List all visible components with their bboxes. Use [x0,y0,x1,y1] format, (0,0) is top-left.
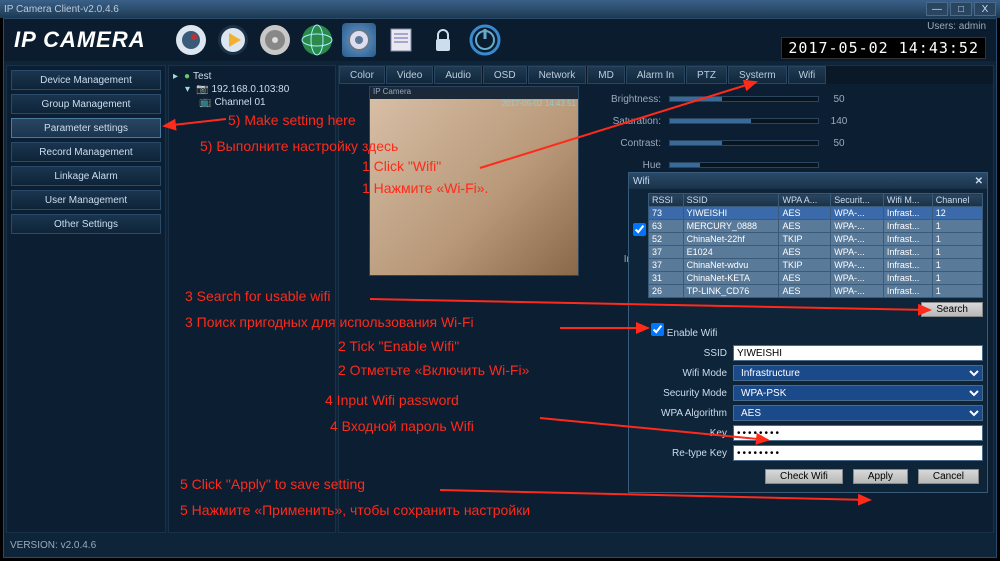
preview-title: IP Camera [370,87,578,99]
key-input[interactable] [733,425,983,441]
wifi-row[interactable]: 73YIWEISHIAESWPA-...Infrast...12 [649,207,983,220]
wifi-row[interactable]: 63MERCURY_0888AESWPA-...Infrast...1 [649,220,983,233]
wifi-list-checkbox[interactable] [633,223,646,236]
wifi-col-header[interactable]: Securit... [831,194,884,207]
sidebar-item-record-management[interactable]: Record Management [11,142,161,162]
datetime-display: 2017-05-02 14:43:52 [781,37,986,59]
tree-ip[interactable]: ▾📷192.168.0.103:80 [173,83,331,96]
wifi-col-header[interactable]: WPA A... [779,194,831,207]
wpa-algorithm-select[interactable]: AES [733,405,983,421]
saturation-slider[interactable] [669,118,819,124]
lock-icon[interactable] [426,23,460,57]
wifi-dialog-title: Wifi [633,176,975,187]
sidebar-item-device-management[interactable]: Device Management [11,70,161,90]
power-icon[interactable] [468,23,502,57]
wifi-col-header[interactable]: RSSI [649,194,684,207]
contrast-value: 50 [819,138,859,149]
tab-video[interactable]: Video [386,66,433,84]
contrast-label: Contrast: [599,138,669,149]
toolbar-icons [174,23,502,57]
log-icon[interactable] [384,23,418,57]
app-logo: IP CAMERA [14,27,146,53]
wifi-mode-label: Wifi Mode [633,368,733,379]
tab-ptz[interactable]: PTZ [686,66,727,84]
wifi-table[interactable]: RSSISSIDWPA A...Securit...Wifi M...Chann… [648,193,983,298]
brightness-value: 50 [819,94,859,105]
wifi-row[interactable]: 26TP-LINK_CD76AESWPA-...Infrast...1 [649,285,983,298]
tree-root[interactable]: ▸●Test [173,70,331,83]
brightness-row: Brightness: 50 [599,88,939,110]
wifi-col-header[interactable]: Channel [932,194,982,207]
sidebar-item-group-management[interactable]: Group Management [11,94,161,114]
tab-alarm in[interactable]: Alarm In [626,66,685,84]
device-tree[interactable]: ▸●Test ▾📷192.168.0.103:80 📺Channel 01 [168,65,336,533]
wifi-col-header[interactable]: SSID [683,194,779,207]
tab-osd[interactable]: OSD [483,66,527,84]
tab-color[interactable]: Color [339,66,385,84]
cancel-button[interactable]: Cancel [918,469,979,484]
wifi-row[interactable]: 31ChinaNet-KETAAESWPA-...Infrast...1 [649,272,983,285]
sidebar-item-other-settings[interactable]: Other Settings [11,214,161,234]
tab-md[interactable]: MD [587,66,625,84]
search-button[interactable]: Search [921,302,983,317]
sidebar-item-user-management[interactable]: User Management [11,190,161,210]
retype-key-label: Re-type Key [633,448,733,459]
sidebar-item-linkage-alarm[interactable]: Linkage Alarm [11,166,161,186]
wifi-mode-select[interactable]: Infrastructure [733,365,983,381]
play-icon[interactable] [216,23,250,57]
brightness-slider[interactable] [669,96,819,102]
top-toolbar: IP CAMERA Users: admin 2017-05-02 14:43:… [4,19,996,61]
wifi-dialog-titlebar[interactable]: Wifi ✕ [629,173,987,189]
close-button[interactable]: X [974,2,996,16]
check-wifi-button[interactable]: Check Wifi [765,469,843,484]
key-label: Key [633,428,733,439]
enable-wifi-checkbox[interactable] [651,323,664,336]
sidebar: Device Management Group Management Paramet… [6,65,166,533]
wpa-algorithm-label: WPA Algorithm [633,408,733,419]
tree-channel[interactable]: 📺Channel 01 [173,96,331,109]
wifi-col-header[interactable]: Wifi M... [883,194,932,207]
settings-gear-icon[interactable] [342,23,376,57]
user-label: Users: admin [927,21,986,32]
hue-slider[interactable] [669,162,819,168]
apply-button[interactable]: Apply [853,469,908,484]
video-preview: IP Camera 2017-05-02 14:43:51 [369,86,579,276]
globe-icon[interactable] [300,23,334,57]
hue-label: Hue [599,160,669,171]
camera-icon[interactable] [174,23,208,57]
window-title: IP Camera Client-v2.0.4.6 [4,4,924,15]
saturation-label: Saturation: [599,116,669,127]
wifi-dialog: Wifi ✕ RSSISSIDWPA A...Securit...Wifi M.… [628,172,988,493]
window-titlebar: IP Camera Client-v2.0.4.6 — □ X [0,0,1000,18]
saturation-row: Saturation: 140 [599,110,939,132]
wifi-row[interactable]: 37E1024AESWPA-...Infrast...1 [649,246,983,259]
wifi-row[interactable]: 52ChinaNet-22hfTKIPWPA-...Infrast...1 [649,233,983,246]
tab-systerm[interactable]: Systerm [728,66,787,84]
contrast-slider[interactable] [669,140,819,146]
minimize-button[interactable]: — [926,2,948,16]
retype-key-input[interactable] [733,445,983,461]
ssid-label: SSID [633,348,733,359]
security-mode-label: Security Mode [633,388,733,399]
contrast-row: Contrast: 50 [599,132,939,154]
tab-network[interactable]: Network [528,66,587,84]
brightness-label: Brightness: [599,94,669,105]
tab-audio[interactable]: Audio [434,66,482,84]
ssid-input[interactable] [733,345,983,361]
wifi-row[interactable]: 37ChinaNet-wdvuTKIPWPA-...Infrast...1 [649,259,983,272]
record-icon[interactable] [258,23,292,57]
wifi-close-icon[interactable]: ✕ [975,176,983,187]
preview-timestamp: 2017-05-02 14:43:51 [502,99,576,108]
tabs-bar: ColorVideoAudioOSDNetworkMDAlarm InPTZSy… [339,66,993,84]
enable-wifi-label: Enable Wifi [667,328,718,339]
sidebar-item-parameter-settings[interactable]: Parameter settings [11,118,161,138]
status-version: VERSION: v2.0.4.6 [10,536,96,554]
security-mode-select[interactable]: WPA-PSK [733,385,983,401]
saturation-value: 140 [819,116,859,127]
tab-wifi[interactable]: Wifi [788,66,827,84]
maximize-button[interactable]: □ [950,2,972,16]
